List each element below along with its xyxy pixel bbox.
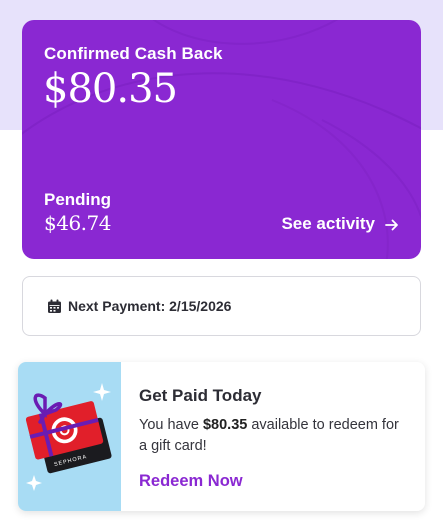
pending-label: Pending bbox=[44, 190, 112, 209]
confirmed-cash-back-amount: $80.35 bbox=[43, 66, 178, 112]
arrow-right-icon bbox=[385, 217, 399, 231]
gift-desc-amount: $80.35 bbox=[202, 417, 248, 433]
gift-card-illustration: SEPHORA bbox=[18, 362, 121, 511]
see-activity-label: See activity bbox=[281, 214, 375, 233]
gift-promo-content: Get Paid Today You have $80.35 available… bbox=[139, 386, 409, 491]
see-activity-link[interactable]: See activity bbox=[281, 214, 399, 234]
next-payment-box: Next Payment: 2/15/2026 bbox=[22, 276, 421, 336]
gift-card-promo[interactable]: SEPHORA Get Paid Today You have $80.35 a… bbox=[18, 362, 425, 511]
pending-amount: $46.74 bbox=[44, 211, 111, 235]
gift-desc-prefix: You have bbox=[139, 417, 203, 433]
cash-back-card: Confirmed Cash Back $80.35 Pending $46.7… bbox=[22, 20, 421, 259]
gift-promo-title: Get Paid Today bbox=[139, 386, 262, 405]
cashback-page: Confirmed Cash Back $80.35 Pending $46.7… bbox=[0, 0, 443, 523]
gift-promo-description: You have $80.35 available to redeem for … bbox=[139, 415, 409, 457]
confirmed-cash-back-label: Confirmed Cash Back bbox=[44, 44, 223, 63]
next-payment-text: Next Payment: 2/15/2026 bbox=[68, 298, 232, 314]
calendar-icon bbox=[47, 299, 62, 314]
redeem-now-link[interactable]: Redeem Now bbox=[139, 472, 243, 491]
